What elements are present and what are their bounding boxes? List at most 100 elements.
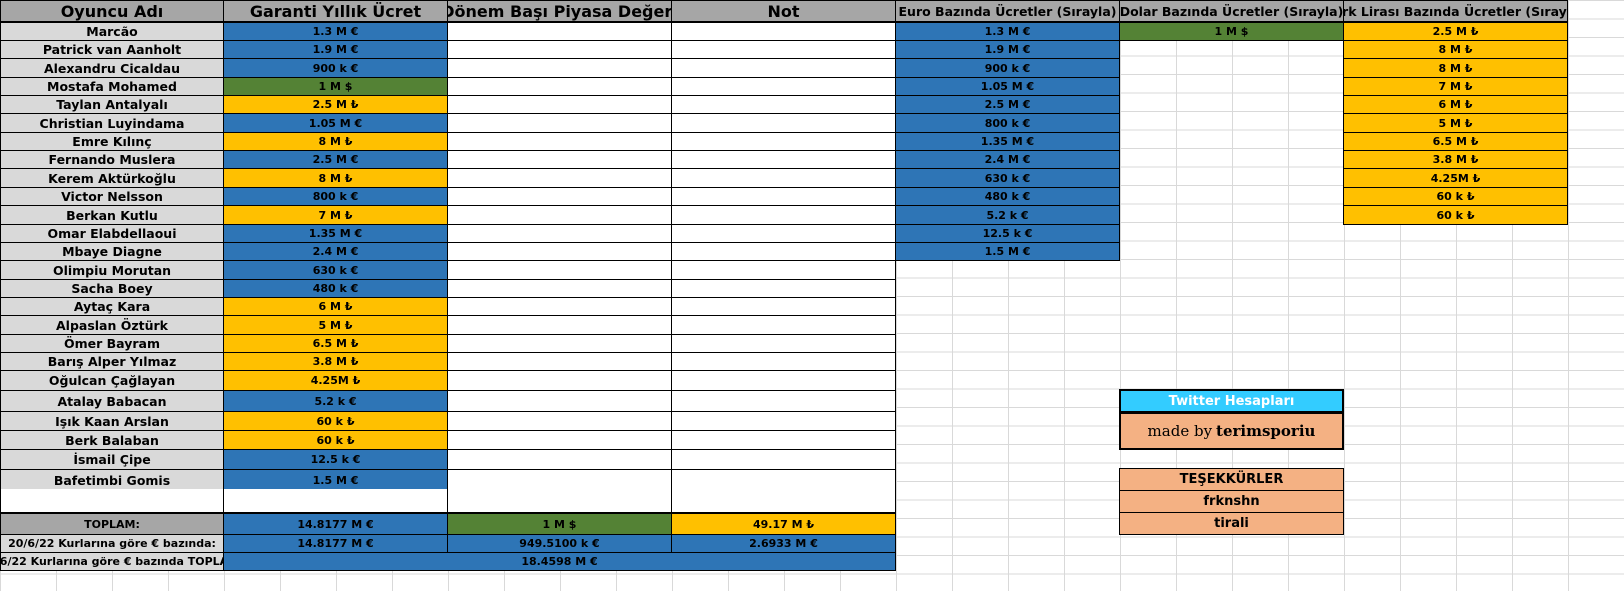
market-value-cell[interactable] xyxy=(447,58,672,78)
market-value-cell[interactable] xyxy=(447,187,672,206)
player-name[interactable]: Mostafa Mohamed xyxy=(0,77,224,96)
salary-cell[interactable]: 6 M ₺ xyxy=(223,297,448,316)
market-value-cell[interactable] xyxy=(447,132,672,151)
salary-cell[interactable]: 1.3 M € xyxy=(223,22,448,41)
salary-cell[interactable]: 3.8 M ₺ xyxy=(223,352,448,371)
tl-sorted-cell[interactable]: 60 k ₺ xyxy=(1343,205,1568,225)
player-name[interactable]: Barış Alper Yılmaz xyxy=(0,352,224,371)
header-tl-sorted[interactable]: Türk Lirası Bazında Ücretler (Sırayla) xyxy=(1343,0,1568,22)
player-name[interactable]: İsmail Çipe xyxy=(0,449,224,470)
euro-sorted-cell[interactable]: 480 k € xyxy=(895,187,1120,206)
note-cell[interactable] xyxy=(671,132,896,151)
market-value-cell[interactable] xyxy=(447,334,672,353)
euro-sorted-cell[interactable]: 1.5 M € xyxy=(895,242,1120,261)
euro-sorted-cell[interactable]: 2.5 M € xyxy=(895,95,1120,114)
salary-cell[interactable]: 60 k ₺ xyxy=(223,411,448,431)
thanks-name[interactable]: tirali xyxy=(1119,512,1344,535)
grand-total-value[interactable]: 18.4598 M € xyxy=(223,552,896,571)
euro-sorted-cell[interactable]: 5.2 k € xyxy=(895,205,1120,225)
market-value-cell[interactable] xyxy=(447,370,672,391)
market-value-cell[interactable] xyxy=(447,352,672,371)
rate-label[interactable]: 20/6/22 Kurlarına göre € bazında: xyxy=(0,534,224,553)
salary-cell[interactable]: 7 M ₺ xyxy=(223,205,448,225)
note-cell[interactable] xyxy=(671,370,896,391)
total-usd[interactable]: 1 M $ xyxy=(447,513,672,535)
note-cell[interactable] xyxy=(671,187,896,206)
market-value-cell[interactable] xyxy=(447,411,672,431)
euro-sorted-cell[interactable]: 1.05 M € xyxy=(895,77,1120,96)
note-cell[interactable] xyxy=(671,411,896,431)
player-name[interactable]: Aytaç Kara xyxy=(0,297,224,316)
player-name[interactable]: Sacha Boey xyxy=(0,279,224,298)
player-name[interactable]: Mbaye Diagne xyxy=(0,242,224,261)
tl-sorted-cell[interactable]: 3.8 M ₺ xyxy=(1343,150,1568,169)
salary-cell[interactable]: 2.5 M € xyxy=(223,150,448,169)
blank-cell[interactable] xyxy=(447,489,672,513)
salary-cell[interactable]: 630 k € xyxy=(223,260,448,280)
thanks-name[interactable]: frknshn xyxy=(1119,490,1344,513)
total-try[interactable]: 49.17 M ₺ xyxy=(671,513,896,535)
note-cell[interactable] xyxy=(671,168,896,188)
salary-cell[interactable]: 1.5 M € xyxy=(223,469,448,491)
player-name[interactable]: Ömer Bayram xyxy=(0,334,224,353)
salary-cell[interactable]: 12.5 k € xyxy=(223,449,448,470)
market-value-cell[interactable] xyxy=(447,260,672,280)
note-cell[interactable] xyxy=(671,77,896,96)
market-value-cell[interactable] xyxy=(447,40,672,59)
salary-cell[interactable]: 900 k € xyxy=(223,58,448,78)
euro-sorted-cell[interactable]: 900 k € xyxy=(895,58,1120,78)
grand-total-label[interactable]: 20/6/22 Kurlarına göre € bazında TOPLAM: xyxy=(0,552,224,571)
player-name[interactable]: Alpaslan Öztürk xyxy=(0,315,224,335)
note-cell[interactable] xyxy=(671,352,896,371)
tl-sorted-cell[interactable]: 4.25M ₺ xyxy=(1343,168,1568,188)
header-euro-sorted[interactable]: Euro Bazında Ücretler (Sırayla) xyxy=(895,0,1120,22)
header-dollar-sorted[interactable]: Dolar Bazında Ücretler (Sırayla) xyxy=(1119,0,1344,22)
note-cell[interactable] xyxy=(671,205,896,225)
euro-sorted-cell[interactable]: 800 k € xyxy=(895,113,1120,133)
euro-sorted-cell[interactable]: 12.5 k € xyxy=(895,224,1120,243)
market-value-cell[interactable] xyxy=(447,205,672,225)
tl-sorted-cell[interactable]: 8 M ₺ xyxy=(1343,40,1568,59)
salary-cell[interactable]: 60 k ₺ xyxy=(223,430,448,450)
market-value-cell[interactable] xyxy=(447,390,672,412)
tl-sorted-cell[interactable]: 8 M ₺ xyxy=(1343,58,1568,78)
player-name[interactable]: Fernando Muslera xyxy=(0,150,224,169)
header-market-value[interactable]: Dönem Başı Piyasa Değeri xyxy=(447,0,672,22)
salary-cell[interactable]: 2.5 M ₺ xyxy=(223,95,448,114)
blank-cell[interactable] xyxy=(0,489,224,513)
salary-cell[interactable]: 480 k € xyxy=(223,279,448,298)
market-value-cell[interactable] xyxy=(447,279,672,298)
header-salary[interactable]: Garanti Yıllık Ücret xyxy=(223,0,448,22)
market-value-cell[interactable] xyxy=(447,449,672,470)
salary-cell[interactable]: 2.4 M € xyxy=(223,242,448,261)
euro-sorted-cell[interactable]: 1.9 M € xyxy=(895,40,1120,59)
note-cell[interactable] xyxy=(671,469,896,491)
player-name[interactable]: Oğulcan Çağlayan xyxy=(0,370,224,391)
market-value-cell[interactable] xyxy=(447,315,672,335)
player-name[interactable]: Omar Elabdellaoui xyxy=(0,224,224,243)
market-value-cell[interactable] xyxy=(447,297,672,316)
tl-sorted-cell[interactable]: 6 M ₺ xyxy=(1343,95,1568,114)
note-cell[interactable] xyxy=(671,224,896,243)
dollar-sorted-cell[interactable]: 1 M $ xyxy=(1119,22,1344,41)
player-name[interactable]: Kerem Aktürkoğlu xyxy=(0,168,224,188)
rate-try[interactable]: 2.6933 M € xyxy=(671,534,896,553)
header-player[interactable]: Oyuncu Adı xyxy=(0,0,224,22)
player-name[interactable]: Berk Balaban xyxy=(0,430,224,450)
note-cell[interactable] xyxy=(671,113,896,133)
market-value-cell[interactable] xyxy=(447,469,672,491)
salary-cell[interactable]: 1.35 M € xyxy=(223,224,448,243)
euro-sorted-cell[interactable]: 1.35 M € xyxy=(895,132,1120,151)
note-cell[interactable] xyxy=(671,279,896,298)
tl-sorted-cell[interactable]: 5 M ₺ xyxy=(1343,113,1568,133)
tl-sorted-cell[interactable]: 2.5 M ₺ xyxy=(1343,22,1568,41)
salary-cell[interactable]: 5.2 k € xyxy=(223,390,448,412)
note-cell[interactable] xyxy=(671,430,896,450)
player-name[interactable]: Işık Kaan Arslan xyxy=(0,411,224,431)
market-value-cell[interactable] xyxy=(447,113,672,133)
player-name[interactable]: Bafetimbi Gomis xyxy=(0,469,224,491)
note-cell[interactable] xyxy=(671,150,896,169)
note-cell[interactable] xyxy=(671,260,896,280)
salary-cell[interactable]: 1 M $ xyxy=(223,77,448,96)
market-value-cell[interactable] xyxy=(447,168,672,188)
